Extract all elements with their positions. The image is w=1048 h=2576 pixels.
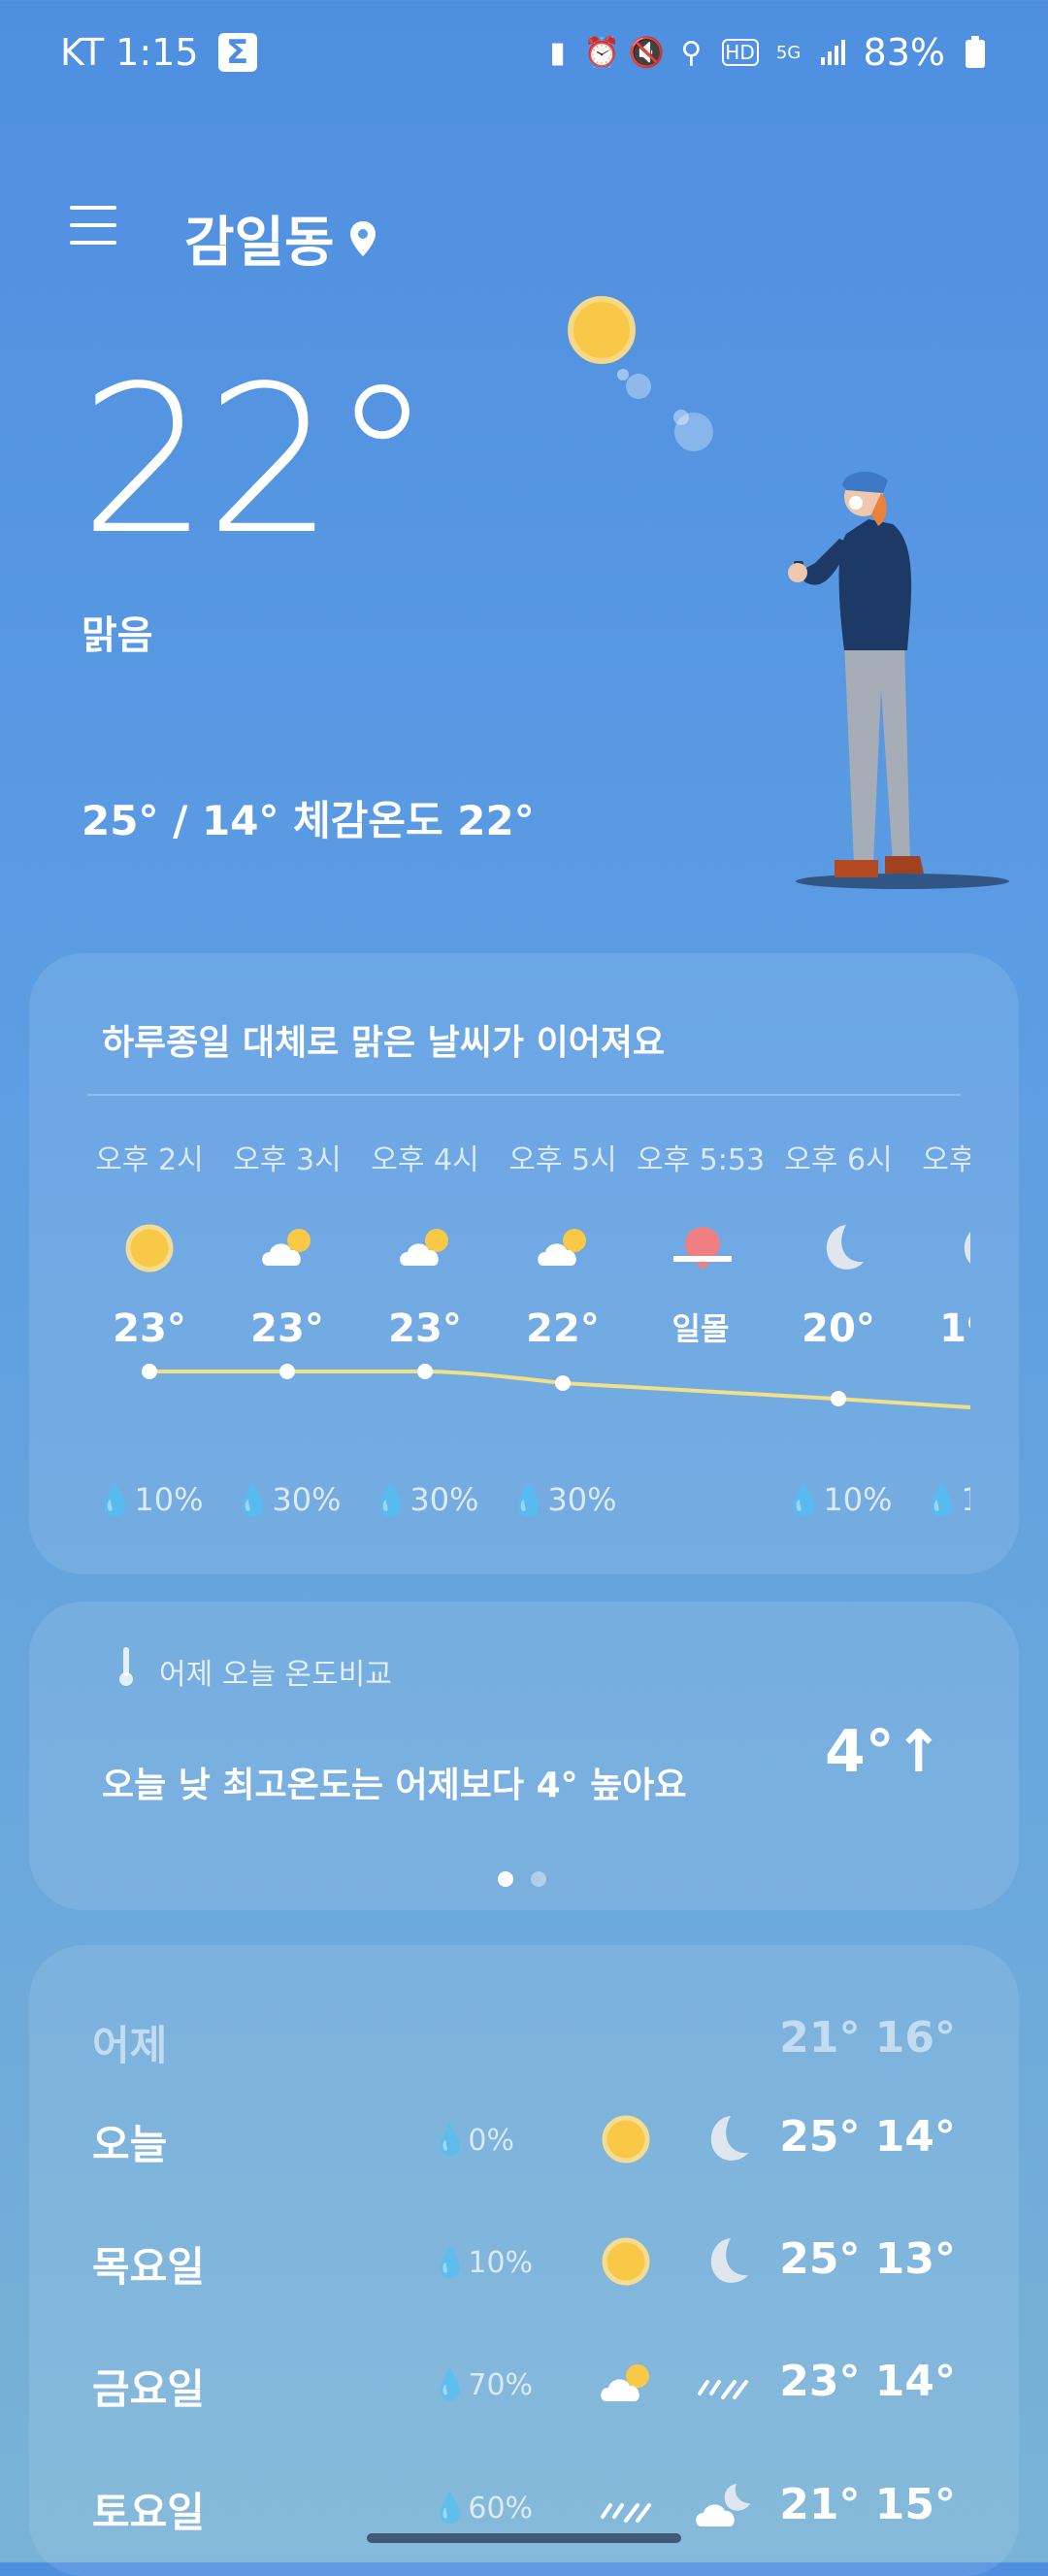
daily-temp: 21° 15° [779, 2480, 956, 2529]
hour-time: 오후 5:53 [636, 1143, 766, 1177]
sigma-app-icon: Σ [217, 33, 257, 72]
hour-rain: 💧30% [233, 1481, 342, 1518]
battery-percent: 83% [863, 31, 945, 74]
hour-temp: 19° [939, 1306, 970, 1351]
moon-icon [809, 1219, 868, 1277]
hour-item[interactable]: 오후 7시 19° [908, 1136, 970, 1353]
hour-item[interactable]: 오후 5시 22° [495, 1136, 631, 1353]
status-bar: KT 1:15 Σ ▮ ⏰ 🔇 ⚲ HD 5G 83% [0, 0, 1048, 107]
daily-row-yesterday[interactable]: 어제 21° 16° [92, 2003, 956, 2081]
hour-time: 오후 6시 [784, 1143, 893, 1177]
signal-icon [819, 36, 848, 69]
hour-temp: 23° [388, 1306, 462, 1351]
daily-day: 어제 [92, 2022, 168, 2069]
moon-icon [947, 1219, 970, 1277]
daily-row[interactable]: 금요일 💧70% 23° 14° [92, 2347, 956, 2425]
divider [87, 1094, 961, 1096]
hour-rain: 💧30% [371, 1481, 479, 1518]
hour-rain: 💧10% [784, 1481, 893, 1518]
partly-cloudy-icon [534, 1219, 592, 1277]
pager-dot[interactable] [531, 1871, 546, 1887]
hour-rain: 💧30% [508, 1481, 617, 1518]
hour-time: 오후 3시 [233, 1143, 342, 1177]
hour-item[interactable]: 오후 5:53 일몰 [633, 1136, 769, 1353]
daily-rain: 💧60% [432, 2492, 534, 2526]
daily-day: 금요일 [92, 2365, 205, 2413]
hourly-summary: 하루종일 대체로 맑은 날씨가 이어져요 [102, 1023, 666, 1063]
battery-icon [961, 36, 990, 69]
location-name: 감일동 [184, 212, 335, 275]
daily-day: 오늘 [92, 2121, 168, 2168]
hour-time: 오후 5시 [508, 1143, 617, 1177]
partly-cloudy-icon [597, 2355, 655, 2413]
alarm-icon: ⏰ [583, 35, 621, 70]
mute-icon: 🔇 [628, 35, 666, 70]
daily-temp: 25° 14° [779, 2112, 956, 2162]
hd-icon: HD [721, 39, 759, 66]
daily-temp: 25° 13° [779, 2234, 956, 2284]
current-temperature: 22° [80, 342, 433, 579]
home-indicator[interactable] [367, 2533, 681, 2543]
hour-item[interactable]: 오후 6시 20° [770, 1136, 906, 1353]
moon-icon [694, 2232, 752, 2291]
hour-temp: 23° [250, 1306, 324, 1351]
compare-diff: 4°↑ [824, 1718, 943, 1786]
moon-icon [694, 2110, 752, 2168]
hour-item[interactable]: 오후 4시 23° [357, 1136, 493, 1353]
menu-button[interactable] [70, 206, 116, 245]
5g-icon: 5G [775, 42, 802, 63]
hour-time: 오후 2시 [95, 1143, 204, 1177]
daily-row[interactable]: 목요일 💧10% 25° 13° [92, 2225, 956, 2302]
compare-text: 오늘 낮 최고온도는 어제보다 4° 높아요 [102, 1766, 687, 1805]
hour-item[interactable]: 오후 2시 23° [82, 1136, 217, 1353]
daily-rain: 💧10% [432, 2246, 534, 2280]
sun-icon [120, 1219, 179, 1277]
hour-rain: 💧10% [95, 1481, 204, 1518]
hour-temp: 22° [526, 1306, 600, 1351]
thermometer-icon [119, 1647, 133, 1686]
carrier-time: KT 1:15 [60, 31, 199, 74]
partly-cloudy-icon [396, 1219, 454, 1277]
location-pin-icon [349, 220, 376, 256]
daily-rain: 💧70% [432, 2368, 534, 2402]
min-max-feels-like: 25° / 14° 체감온도 22° [82, 797, 535, 844]
sun-icon [597, 2110, 655, 2168]
current-condition: 맑음 [82, 613, 153, 658]
weather-illustration [568, 296, 1009, 889]
location-title[interactable]: 감일동 [184, 199, 377, 278]
daily-day: 목요일 [92, 2243, 205, 2291]
pager-dot-active[interactable] [498, 1871, 513, 1887]
hour-time: 오후 7시 [922, 1143, 970, 1177]
battery-saver-icon: ▮ [549, 35, 566, 70]
daily-temp: 23° 14° [779, 2357, 956, 2406]
daily-rain: 💧0% [432, 2124, 514, 2158]
partly-cloudy-icon [258, 1219, 316, 1277]
daily-day: 토요일 [92, 2489, 205, 2536]
hour-time: 오후 4시 [371, 1143, 479, 1177]
location-icon: ⚲ [680, 35, 703, 70]
compare-title: 어제 오늘 온도비교 [159, 1658, 392, 1692]
sunset-icon [671, 1219, 732, 1277]
daily-row[interactable]: 오늘 💧0% 25° 14° [92, 2102, 956, 2180]
hour-temp: 23° [113, 1306, 186, 1351]
hourly-list[interactable]: 오후 2시 23° 오후 3시 23° 오후 4시 23° 오후 5시 22° … [58, 1136, 970, 1553]
hour-rain: 💧10% [922, 1481, 970, 1518]
hour-item[interactable]: 오후 3시 23° [219, 1136, 355, 1353]
cloudy-night-icon [694, 2478, 752, 2536]
rain-icon [597, 2478, 655, 2536]
sun-icon [597, 2232, 655, 2291]
sunset-label: 일몰 [671, 1310, 730, 1347]
hour-temp: 20° [802, 1306, 875, 1351]
rain-icon [694, 2355, 752, 2413]
pager-dots[interactable] [498, 1871, 546, 1887]
daily-temp: 21° 16° [779, 2013, 956, 2063]
